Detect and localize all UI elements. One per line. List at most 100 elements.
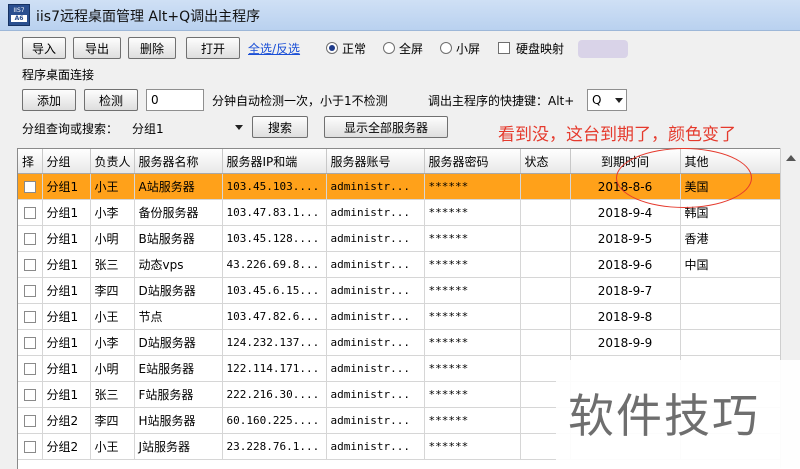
search-label: 分组查询或搜索： [22,122,119,136]
radio-fullscreen[interactable] [383,42,395,54]
cell-group: 分组1 [42,355,91,382]
detect-button[interactable]: 检测 [84,89,138,111]
cell-password: ****** [424,173,521,200]
row-checkbox[interactable] [23,311,36,323]
export-button[interactable]: 导出 [73,37,121,59]
cell-status [520,173,571,200]
cell-status [520,303,571,330]
cell-owner: 小李 [90,329,135,356]
column-header[interactable]: 状态 [520,149,571,174]
row-checkbox-cell [18,303,43,330]
cell-ip: 103.45.128.... [222,225,327,252]
column-header[interactable]: 分组 [42,149,91,174]
radio-normal[interactable] [326,42,338,54]
cell-ip: 60.160.225.... [222,407,327,434]
table-row[interactable]: 分组1 小明 B站服务器 103.45.128.... administr... ****… [18,225,800,252]
hotkey-select[interactable]: Q [587,89,627,111]
row-checkbox[interactable] [23,441,36,453]
column-header[interactable]: 择 [18,149,43,174]
cell-group: 分组1 [42,225,91,252]
column-header[interactable]: 服务器名称 [134,149,223,174]
cell-ip: 43.226.69.8... [222,251,327,278]
cell-password: ****** [424,303,521,330]
radio-small[interactable] [440,42,452,54]
search-button[interactable]: 搜索 [252,116,308,138]
chevron-down-icon [235,125,243,130]
interval-text: 分钟自动检测一次，小于1不检测 [212,94,388,108]
row-checkbox-cell [18,329,43,356]
column-header[interactable]: 服务器密码 [424,149,521,174]
cell-owner: 小明 [90,355,135,382]
table-row[interactable]: 分组1 小王 节点 103.47.82.6... administr... ****** 2… [18,303,800,330]
cell-account: administr... [326,355,425,382]
table-row[interactable]: 分组1 张三 动态vps 43.226.69.8... administr... ****… [18,251,800,278]
cell-name: 备份服务器 [134,199,223,226]
import-button[interactable]: 导入 [22,37,66,59]
row-checkbox-cell [18,277,43,304]
row-checkbox[interactable] [23,363,36,375]
column-header[interactable]: 负责人 [90,149,135,174]
cell-ip: 23.228.76.1... [222,433,327,460]
cell-account: administr... [326,433,425,460]
interval-input[interactable]: 0 [146,89,204,111]
cell-account: administr... [326,277,425,304]
cell-ip: 103.45.6.15... [222,277,327,304]
cell-name: F站服务器 [134,381,223,408]
cell-group: 分组1 [42,329,91,356]
delete-button[interactable]: 删除 [128,37,176,59]
blurred-field [578,40,628,58]
cell-group: 分组1 [42,173,91,200]
row-checkbox[interactable] [23,389,36,401]
cell-owner: 小王 [90,433,135,460]
table-row[interactable]: 分组1 李四 D站服务器 103.45.6.15... administr... ****… [18,277,800,304]
cell-group: 分组1 [42,199,91,226]
row-checkbox-cell [18,407,43,434]
row-checkbox[interactable] [23,415,36,427]
cell-name: J站服务器 [134,433,223,460]
window-title: iis7远程桌面管理 Alt+Q调出主程序 [36,9,261,25]
cell-password: ****** [424,251,521,278]
table-row[interactable]: 分组1 小李 D站服务器 124.232.137... administr... ****… [18,329,800,356]
row-checkbox-cell [18,173,43,200]
cell-status [520,329,571,356]
app-icon: IIS7 A6 [8,4,30,26]
cell-owner: 小李 [90,199,135,226]
cell-ip: 103.47.82.6... [222,303,327,330]
show-all-button[interactable]: 显示全部服务器 [324,116,448,138]
cell-name: B站服务器 [134,225,223,252]
open-button[interactable]: 打开 [186,37,240,59]
cell-expire: 2018-9-5 [570,225,681,252]
row-checkbox[interactable] [23,259,36,271]
cell-ip: 124.232.137... [222,329,327,356]
disk-map-checkbox[interactable] [498,42,510,54]
cell-name: D站服务器 [134,277,223,304]
cell-name: H站服务器 [134,407,223,434]
scroll-up-icon[interactable] [786,155,796,161]
title-bar: IIS7 A6 iis7远程桌面管理 Alt+Q调出主程序 [0,0,800,31]
cell-password: ****** [424,329,521,356]
radio-fullscreen-label: 全屏 [399,42,424,56]
column-header[interactable]: 服务器IP和端 [222,149,327,174]
column-header[interactable]: 服务器账号 [326,149,425,174]
cell-password: ****** [424,381,521,408]
add-button[interactable]: 添加 [22,89,76,111]
cell-status [520,225,571,252]
cell-name: D站服务器 [134,329,223,356]
cell-account: administr... [326,381,425,408]
cell-name: 节点 [134,303,223,330]
row-checkbox[interactable] [23,207,36,219]
row-checkbox-cell [18,433,43,460]
row-checkbox[interactable] [23,233,36,245]
cell-expire: 2018-9-6 [570,251,681,278]
row-checkbox[interactable] [23,181,36,193]
row-checkbox[interactable] [23,337,36,349]
cell-ip: 103.45.103.... [222,173,327,200]
cell-password: ****** [424,277,521,304]
cell-password: ****** [424,355,521,382]
cell-owner: 张三 [90,381,135,408]
group-select[interactable]: 分组1 [128,117,246,139]
row-checkbox[interactable] [23,285,36,297]
row-checkbox-cell [18,355,43,382]
select-all-link[interactable]: 全选/反选 [248,40,300,57]
row-checkbox-cell [18,251,43,278]
